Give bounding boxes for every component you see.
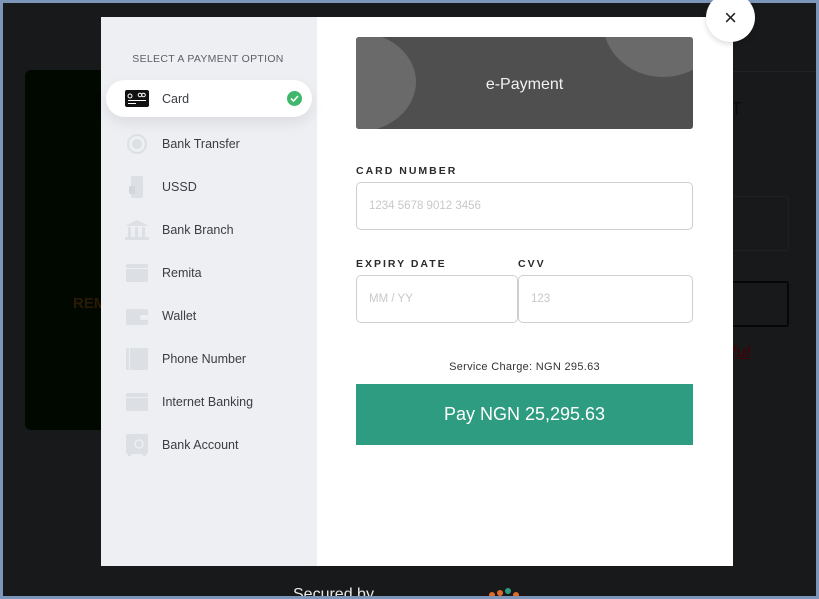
bank-transfer-icon [125, 133, 149, 155]
sidebar-title: SELECT A PAYMENT OPTION [132, 53, 284, 65]
credit-card-icon [125, 88, 149, 110]
payment-option-label: Wallet [162, 308, 197, 323]
payment-option-label: Card [162, 91, 190, 106]
payment-option-label: USSD [162, 179, 197, 194]
payment-option-internet-banking[interactable]: Internet Banking [106, 383, 312, 420]
phone-book-icon [125, 347, 149, 370]
payment-option-remita[interactable]: Remita [106, 254, 312, 291]
cvv-label: CVV [518, 258, 546, 270]
remita-browser-icon [125, 262, 149, 284]
payment-option-bank-branch[interactable]: Bank Branch [106, 211, 312, 248]
expiry-date-label: EXPIRY DATE [356, 258, 447, 270]
payment-option-label: Internet Banking [162, 394, 254, 409]
internet-banking-icon [125, 391, 149, 413]
payment-option-ussd[interactable]: USSD [106, 168, 312, 205]
selected-check-icon [287, 91, 302, 106]
background-panel [723, 71, 816, 432]
payment-option-phone-number[interactable]: Phone Number [106, 340, 312, 377]
payment-option-bank-account[interactable]: Bank Account [106, 426, 312, 463]
payment-option-card[interactable]: Card [106, 80, 312, 117]
bank-building-icon [125, 219, 149, 241]
banner-title: e-Payment [485, 76, 564, 93]
ussd-phone-icon [125, 175, 149, 198]
payment-option-label: Bank Account [162, 437, 239, 452]
payment-option-bank-transfer[interactable]: Bank Transfer [106, 125, 312, 162]
bank-safe-icon [125, 433, 149, 456]
close-icon: × [724, 4, 737, 30]
payment-option-label: Bank Branch [162, 222, 234, 237]
background-link: ful [731, 344, 751, 361]
payment-options-sidebar: SELECT A PAYMENT OPTION Card Bank Transf… [101, 17, 317, 566]
service-charge-text: Service Charge: NGN 295.63 [449, 361, 600, 373]
wallet-icon [125, 305, 149, 327]
payment-option-label: Phone Number [162, 351, 247, 366]
payment-modal: SELECT A PAYMENT OPTION Card Bank Transf… [101, 17, 733, 566]
card-number-input[interactable] [356, 182, 693, 230]
card-payment-form: e-Payment CARD NUMBER EXPIRY DATE CVV Se… [317, 17, 733, 566]
payment-option-label: Remita [162, 265, 202, 280]
banner-decoration [603, 37, 693, 77]
cvv-input[interactable] [518, 275, 693, 323]
secured-by-text: Secured by [293, 586, 374, 596]
e-payment-banner: e-Payment [356, 37, 693, 129]
payment-option-label: Bank Transfer [162, 136, 240, 151]
expiry-date-input[interactable] [356, 275, 518, 323]
pay-button[interactable]: Pay NGN 25,295.63 [356, 384, 693, 445]
payment-option-wallet[interactable]: Wallet [106, 297, 312, 334]
card-number-label: CARD NUMBER [356, 165, 458, 177]
